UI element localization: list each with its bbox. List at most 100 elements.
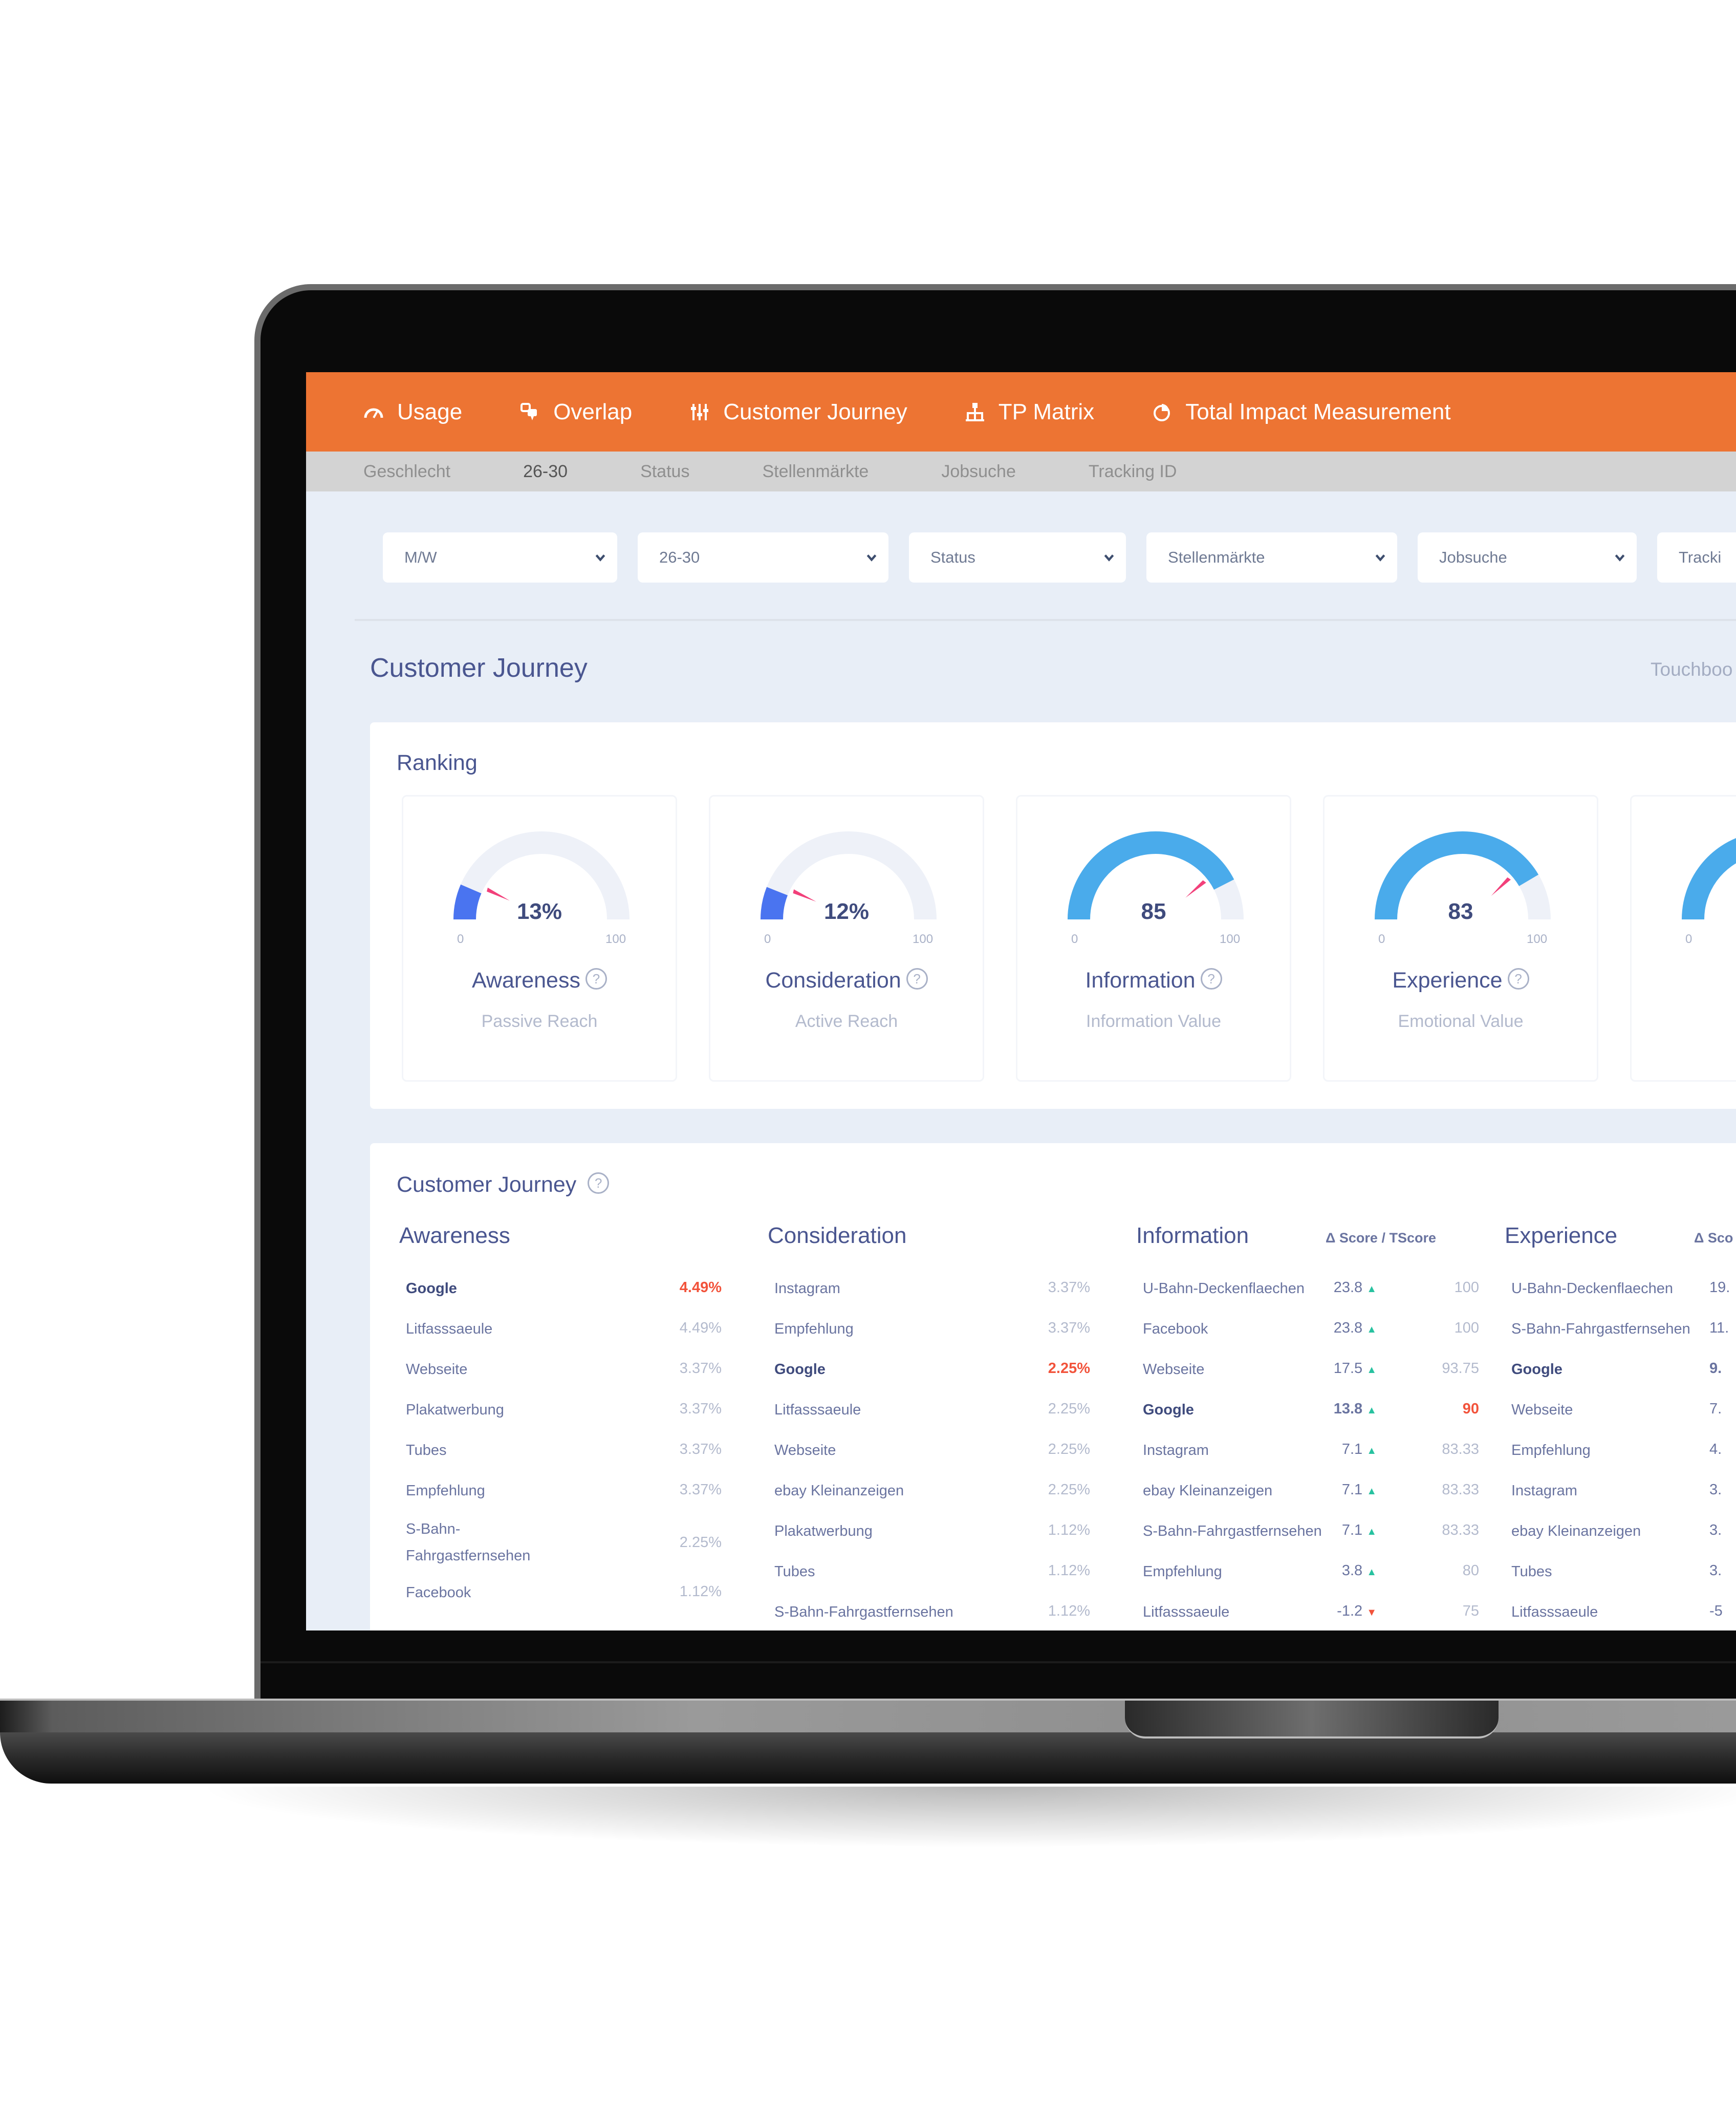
journey-row[interactable]: S-Bahn-Fahrgastfernsehen 7.1 ▲ 83.33 [1136, 1512, 1484, 1552]
journey-row[interactable]: Google 2.25% [768, 1350, 1090, 1390]
touchpoint-name: Litfasssaeule [774, 1402, 861, 1418]
touchpoint-name: U-Bahn-Deckenflaechen [1511, 1280, 1673, 1297]
journey-row[interactable]: S-Bahn-Fahrgastfernsehen 2.25% [399, 1512, 722, 1573]
journey-row[interactable]: Tubes 1.12% [768, 1552, 1090, 1593]
touchpoint-name: S-Bahn-Fahrgastfernsehen [406, 1521, 531, 1564]
filter-summary-status[interactable]: Status [640, 462, 689, 482]
journey-row[interactable]: Empfehlung 4. [1505, 1431, 1736, 1471]
gender-select[interactable]: M/W [383, 532, 617, 583]
filter-summary-jobsuche[interactable]: Jobsuche [941, 462, 1016, 482]
journey-row[interactable]: Litfasssaeule 2.25% [768, 1390, 1090, 1431]
sliders-icon [688, 401, 711, 423]
nav-item-label: Total Impact Measurement [1185, 399, 1451, 424]
journey-row[interactable]: Instagram 7.1 ▲ 83.33 [1136, 1431, 1484, 1471]
touchpoint-share: 3.37% [1048, 1279, 1090, 1296]
age-select[interactable]: 26-30 [638, 532, 888, 583]
status-select[interactable]: Status [909, 532, 1126, 583]
touchpoint-name: Empfehlung [406, 1483, 485, 1499]
stellenmaerkte-select[interactable]: Stellenmärkte [1146, 532, 1397, 583]
score-header[interactable]: Δ Sco [1694, 1230, 1733, 1246]
journey-row[interactable]: S-Bahn-Fahrgastfernsehen 1.12% [768, 1593, 1090, 1630]
help-icon[interactable]: ? [1200, 968, 1222, 990]
nav-item-label: Customer Journey [723, 399, 907, 424]
app-screen: Usage Overlap Customer Journey TP Matrix… [306, 372, 1736, 1630]
journey-row[interactable]: ebay Kleinanzeigen 7.1 ▲ 83.33 [1136, 1471, 1484, 1512]
touchpoint-share: 2.25% [679, 1534, 722, 1551]
gauge-title: Information? [1017, 968, 1290, 993]
chevron-down-icon [1615, 554, 1625, 562]
tscore: 83.33 [1442, 1522, 1479, 1538]
gauge-max-label: 100 [605, 932, 626, 946]
journey-row[interactable]: U-Bahn-Deckenflaechen 19. [1505, 1269, 1736, 1310]
journey-row[interactable]: Instagram 3. [1505, 1471, 1736, 1512]
journey-row[interactable]: Facebook 23.8 ▲ 100 [1136, 1310, 1484, 1350]
journey-row[interactable]: Webseite 2.25% [768, 1431, 1090, 1471]
delta-score: 3.8 ▲ [1341, 1562, 1377, 1579]
journey-row[interactable]: Webseite 7. [1505, 1390, 1736, 1431]
nav-item-usage[interactable]: Usage [362, 399, 462, 425]
touchpoint-name: Google [774, 1361, 826, 1378]
nav-item-overlap[interactable]: Overlap [518, 399, 632, 425]
delta-score: 23.8 ▲ [1333, 1320, 1377, 1336]
nav-item-tp-matrix[interactable]: TP Matrix [964, 399, 1094, 425]
touchpoint-share: 2.25% [1048, 1482, 1090, 1498]
filter-summary-tracking-id[interactable]: Tracking ID [1089, 462, 1177, 482]
journey-row[interactable]: U-Bahn-Deckenflaechen 23.8 ▲ 100 [1136, 1269, 1484, 1310]
filter-row: M/W 26-30 Status Stellenmärkte Jobsuche … [383, 532, 1736, 583]
touchbook-link[interactable]: Touchboo [1651, 659, 1732, 680]
journey-row[interactable]: Plakatwerbung 3.37% [399, 1390, 722, 1431]
journey-row[interactable]: Google 4.49% [399, 1269, 722, 1310]
journey-row[interactable]: S-Bahn-Fahrgastfernsehen 11. [1505, 1310, 1736, 1350]
journey-row[interactable]: Instagram 3.37% [768, 1269, 1090, 1310]
jobsuche-select[interactable]: Jobsuche [1418, 532, 1637, 583]
gauge-subtitle: Tran [1632, 1012, 1736, 1032]
score-header[interactable]: Δ Score / TScore [1326, 1230, 1436, 1246]
journey-row[interactable]: Litfasssaeule 4.49% [399, 1310, 722, 1350]
journey-row[interactable]: Facebook 1.12% [399, 1573, 722, 1614]
help-icon[interactable]: ? [588, 1172, 610, 1194]
journey-row[interactable]: Google 13.8 ▲ 90 [1136, 1390, 1484, 1431]
gauge-target-marker [1491, 877, 1511, 896]
touchpoint-name: Empfehlung [774, 1321, 854, 1337]
tracking-id-select[interactable]: Tracki [1657, 532, 1736, 583]
touchpoint-name: ebay Kleinanzeigen [1511, 1523, 1641, 1539]
journey-row[interactable]: Empfehlung 3.8 ▲ 80 [1136, 1552, 1484, 1593]
help-icon[interactable]: ? [585, 968, 607, 990]
journey-row[interactable]: Litfasssaeule -1.2 ▼ 75 [1136, 1593, 1484, 1630]
journey-row[interactable]: Webseite 17.5 ▲ 93.75 [1136, 1350, 1484, 1390]
journey-row[interactable]: ebay Kleinanzeigen 3. [1505, 1512, 1736, 1552]
journey-row[interactable]: Tubes 3. [1505, 1552, 1736, 1593]
journey-row[interactable]: Litfasssaeule -5 [1505, 1593, 1736, 1630]
touchpoint-name: Litfasssaeule [1143, 1604, 1230, 1620]
journey-row[interactable]: Webseite 3.37% [399, 1350, 722, 1390]
journey-row[interactable]: Tubes 3.37% [399, 1431, 722, 1471]
delta-score: 13.8 ▲ [1333, 1401, 1377, 1417]
laptop-bezel-line [261, 1661, 1736, 1663]
journey-row[interactable]: ebay Kleinanzeigen 2.25% [768, 1471, 1090, 1512]
filter-summary-stellenmaerkte[interactable]: Stellenmärkte [762, 462, 869, 482]
journey-column-heading: Information Δ Score / TScore [1136, 1223, 1484, 1269]
journey-column-information: Information Δ Score / TScore U-Bahn-Decken… [1136, 1223, 1484, 1630]
help-icon[interactable]: ? [1507, 968, 1529, 990]
nav-item-customer-journey[interactable]: Customer Journey [688, 399, 907, 425]
delta-score: -5 [1709, 1603, 1723, 1619]
help-icon[interactable]: ? [906, 968, 928, 990]
nav-item-total-impact-measurement[interactable]: Total Impact Measurement [1151, 399, 1451, 425]
journey-row[interactable]: Plakatwerbung 1.12% [768, 1512, 1090, 1552]
delta-score: 3. [1709, 1482, 1722, 1498]
top-nav: Usage Overlap Customer Journey TP Matrix… [306, 372, 1736, 452]
gauge-subtitle: Information Value [1086, 1012, 1221, 1031]
tscore: 83.33 [1442, 1482, 1479, 1498]
trend-up-icon: ▲ [1366, 1405, 1377, 1416]
filter-summary-geschlecht[interactable]: Geschlecht [363, 462, 450, 482]
laptop-shadow [194, 1787, 1736, 1848]
touchpoint-name: Webseite [406, 1361, 468, 1378]
journey-row[interactable]: Empfehlung 3.37% [768, 1310, 1090, 1350]
touchpoint-name: Google [1143, 1402, 1194, 1418]
delta-score: 3. [1709, 1522, 1722, 1538]
touchpoint-name: Webseite [1143, 1361, 1205, 1378]
journey-row[interactable]: Google 9. [1505, 1350, 1736, 1390]
select-value: 26-30 [659, 548, 700, 566]
journey-row[interactable]: Empfehlung 3.37% [399, 1471, 722, 1512]
filter-summary-age[interactable]: 26-30 [523, 462, 568, 482]
